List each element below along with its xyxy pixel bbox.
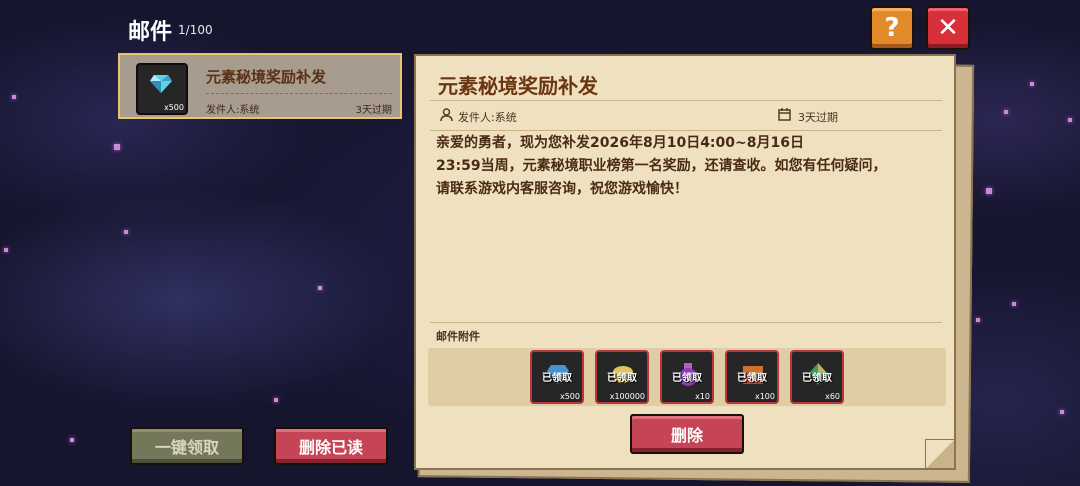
claim-all-button[interactable]: 一键领取 [130, 427, 244, 465]
mail-expire: 3天过期 [798, 111, 838, 124]
star-decoration [1068, 118, 1072, 122]
mail-list-item[interactable]: x500 元素秘境奖励补发 发件人:系统 3天过期 [118, 53, 402, 119]
divider [206, 93, 392, 94]
divider [430, 100, 942, 101]
attachment-quantity: x10 [695, 392, 710, 401]
mail-item-expire: 3天过期 [355, 105, 392, 116]
star-decoration [124, 230, 128, 234]
diamond-icon [150, 75, 172, 93]
star-decoration [976, 318, 980, 322]
divider [430, 322, 942, 323]
attachment-quantity: x100000 [609, 392, 645, 401]
mail-body: 亲爱的勇者，现为您补发2026年8月10日4:00~8月16日 23:59当周，… [436, 135, 887, 197]
claimed-badge: 已领取 [672, 373, 702, 384]
attachment-quantity: x500 [559, 392, 580, 401]
star-decoration [986, 188, 992, 194]
divider [430, 130, 942, 131]
star-decoration [114, 144, 120, 150]
person-icon [440, 108, 453, 121]
attachments-label: 邮件附件 [436, 330, 480, 343]
attachment-quantity: x60 [825, 392, 840, 401]
star-decoration [1060, 410, 1064, 414]
calendar-icon [778, 108, 791, 121]
close-button[interactable]: ✕ [926, 6, 970, 50]
star-decoration [70, 438, 74, 442]
claimed-badge: 已领取 [607, 373, 637, 384]
mail-item-sender: 发件人:系统 [206, 105, 260, 116]
attachment-slot[interactable]: 已领取 x100000 [595, 350, 649, 404]
question-icon: ? [884, 13, 900, 43]
star-decoration [4, 248, 8, 252]
claimed-badge: 已领取 [737, 373, 767, 384]
close-icon: ✕ [937, 13, 959, 43]
star-decoration [1004, 110, 1008, 114]
item-quantity: x500 [163, 103, 184, 112]
mail-sender: 发件人:系统 [458, 111, 517, 124]
page-curl [925, 439, 954, 468]
attachment-slot[interactable]: 已领取 x100 [725, 350, 779, 404]
delete-read-button[interactable]: 删除已读 [274, 427, 388, 465]
mail-subject: 元素秘境奖励补发 [438, 74, 598, 98]
star-decoration [1012, 302, 1016, 306]
attachment-slot[interactable]: 已领取 x500 [530, 350, 584, 404]
page-title: 邮件 [128, 20, 173, 45]
claimed-badge: 已领取 [542, 373, 572, 384]
mail-detail-panel: 元素秘境奖励补发 发件人:系统 3天过期 亲爱的勇者，现为您补发2026年8月1… [414, 54, 956, 470]
help-button[interactable]: ? [870, 6, 914, 50]
mail-item-subject: 元素秘境奖励补发 [206, 68, 327, 86]
star-decoration [12, 95, 16, 99]
attachment-slot[interactable]: 已领取 x60 [790, 350, 844, 404]
attachment-slot[interactable]: 已领取 x10 [660, 350, 714, 404]
delete-button[interactable]: 删除 [630, 414, 744, 454]
mail-item-icon-slot: x500 [136, 63, 188, 115]
mail-count: 1/100 [178, 23, 213, 37]
star-decoration [274, 398, 278, 402]
claimed-badge: 已领取 [802, 373, 832, 384]
attachment-quantity: x100 [754, 392, 775, 401]
star-decoration [1030, 82, 1034, 86]
star-decoration [318, 286, 322, 290]
